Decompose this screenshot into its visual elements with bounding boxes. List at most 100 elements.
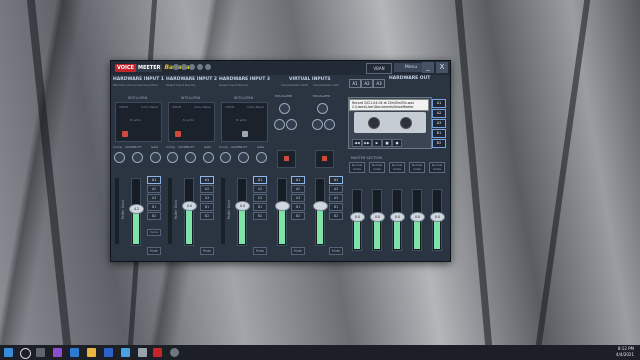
edge-icon[interactable]: [70, 348, 79, 357]
master-fader-handle[interactable]: 0.0: [410, 212, 425, 222]
output-a3-select[interactable]: A3: [373, 79, 385, 88]
bass-knob[interactable]: [286, 119, 297, 130]
mute-button[interactable]: Mute: [253, 247, 267, 255]
fader-gain-slider[interactable]: [313, 178, 328, 246]
audibility-knob[interactable]: [132, 152, 143, 163]
bus-b1-button[interactable]: B1: [253, 203, 267, 211]
bus-a3-button[interactable]: A3: [200, 194, 214, 202]
bus-b2-button[interactable]: B2: [147, 212, 161, 220]
master-mode-a3[interactable]: Normal mode: [389, 162, 405, 173]
intellipan-panel[interactable]: VOICE Color Panel fx echo: [221, 102, 268, 142]
master-mode-a2[interactable]: Normal mode: [369, 162, 385, 173]
comp-knob[interactable]: [167, 152, 178, 163]
search-icon[interactable]: [20, 348, 31, 359]
forward-button[interactable]: ▶▶: [362, 139, 372, 147]
master-fader-a3[interactable]: 0.0: [390, 189, 405, 251]
bus-a1-button[interactable]: A1: [329, 176, 343, 184]
minimize-button[interactable]: _: [422, 62, 434, 73]
bus-a1-button[interactable]: A1: [253, 176, 267, 184]
mute-button[interactable]: Mute: [200, 247, 214, 255]
app-icon[interactable]: [138, 348, 147, 357]
bus-b2-button[interactable]: B2: [291, 212, 305, 220]
strip-title[interactable]: HARDWARE INPUT 3: [219, 77, 270, 82]
toolbar-dot-icon[interactable]: [189, 64, 195, 70]
toolbar-dot-icon[interactable]: [181, 64, 187, 70]
fader-gain-slider[interactable]: 4.2: [129, 178, 144, 246]
output-a2-select[interactable]: A2: [361, 79, 373, 88]
bus-b2-button[interactable]: B2: [329, 212, 343, 220]
bus-a3-button[interactable]: A3: [291, 194, 305, 202]
mid-knob[interactable]: [274, 119, 285, 130]
virtual-pan-1[interactable]: [277, 150, 296, 168]
mute-button[interactable]: Mute: [329, 247, 343, 255]
toolbar-dot-icon[interactable]: [205, 64, 211, 70]
device-select[interactable]: Select Input Device: [219, 83, 248, 87]
audibility-knob[interactable]: [238, 152, 249, 163]
visual-studio-icon[interactable]: [53, 348, 62, 357]
bus-a1-button[interactable]: A1: [200, 176, 214, 184]
b1-bus-button[interactable]: B1: [432, 129, 446, 138]
master-fader-handle[interactable]: 0.0: [390, 212, 405, 222]
panel-marker[interactable]: [242, 131, 248, 137]
title-bar[interactable]: VOICEMEETERBanana VBAN Menu _ X: [111, 61, 450, 75]
master-fader-b2[interactable]: 0.0: [430, 189, 445, 251]
task-view-icon[interactable]: [36, 348, 45, 357]
treble-knob[interactable]: [279, 103, 290, 114]
gate-knob[interactable]: [203, 152, 214, 163]
audibility-knob[interactable]: [185, 152, 196, 163]
mute-button[interactable]: Mute: [291, 247, 305, 255]
fader-handle[interactable]: [313, 201, 328, 211]
mail-icon[interactable]: [121, 348, 130, 357]
fader-handle[interactable]: 0.0: [182, 201, 197, 211]
master-fader-handle[interactable]: 0.0: [370, 212, 385, 222]
bus-b1-button[interactable]: B1: [147, 203, 161, 211]
voicemeeter-taskbar-icon[interactable]: [153, 348, 162, 357]
strip-title[interactable]: HARDWARE INPUT 1: [113, 77, 164, 82]
b2-bus-button[interactable]: B2: [432, 139, 446, 148]
master-fader-handle[interactable]: 0.0: [430, 212, 445, 222]
bus-b1-button[interactable]: B1: [291, 203, 305, 211]
a2-bus-button[interactable]: A2: [432, 109, 446, 118]
a3-bus-button[interactable]: A3: [432, 119, 446, 128]
record-button[interactable]: ●: [392, 139, 402, 147]
fader-handle[interactable]: 0.0: [235, 201, 250, 211]
bus-b1-button[interactable]: B1: [200, 203, 214, 211]
fader-handle[interactable]: 4.2: [129, 204, 144, 214]
bus-a2-button[interactable]: A2: [329, 185, 343, 193]
comp-knob[interactable]: [114, 152, 125, 163]
bus-a3-button[interactable]: A3: [253, 194, 267, 202]
bus-a2-button[interactable]: A2: [147, 185, 161, 193]
bus-a2-button[interactable]: A2: [291, 185, 305, 193]
toolbar-dot-icon[interactable]: [173, 64, 179, 70]
fader-gain-slider[interactable]: [275, 178, 290, 246]
bus-b2-button[interactable]: B2: [200, 212, 214, 220]
device-select[interactable]: Select Input Device: [166, 83, 195, 87]
toolbar-dot-icon[interactable]: [197, 64, 203, 70]
panel-marker[interactable]: [175, 131, 181, 137]
clock[interactable]: 8:12 PM 4/4/2021: [616, 346, 634, 358]
windows-start-icon[interactable]: [4, 348, 13, 357]
intellipan-panel[interactable]: VOICE Color Panel fx echo: [115, 102, 162, 142]
master-fader-handle[interactable]: 0.0: [350, 212, 365, 222]
bus-b2-button[interactable]: B2: [253, 212, 267, 220]
treble-knob[interactable]: [317, 103, 328, 114]
bus-a3-button[interactable]: A3: [329, 194, 343, 202]
bass-knob[interactable]: [324, 119, 335, 130]
bus-a2-button[interactable]: A2: [253, 185, 267, 193]
panel-marker[interactable]: [122, 131, 128, 137]
app-icon[interactable]: [170, 348, 179, 357]
bus-b1-button[interactable]: B1: [329, 203, 343, 211]
fader-gain-slider[interactable]: 0.0: [182, 178, 197, 246]
virtual-pan-2[interactable]: [315, 150, 334, 168]
gate-knob[interactable]: [150, 152, 161, 163]
gate-knob[interactable]: [256, 152, 267, 163]
bus-a3-button[interactable]: A3: [147, 194, 161, 202]
comp-knob[interactable]: [220, 152, 231, 163]
store-icon[interactable]: [104, 348, 113, 357]
master-mode-a1[interactable]: Normal mode: [349, 162, 365, 173]
rewind-button[interactable]: ◀◀: [352, 139, 362, 147]
master-mode-b2[interactable]: Normal mode: [429, 162, 445, 173]
output-a1-select[interactable]: A1: [349, 79, 361, 88]
mute-button[interactable]: Mute: [147, 247, 161, 255]
master-mode-b1[interactable]: Normal mode: [409, 162, 425, 173]
